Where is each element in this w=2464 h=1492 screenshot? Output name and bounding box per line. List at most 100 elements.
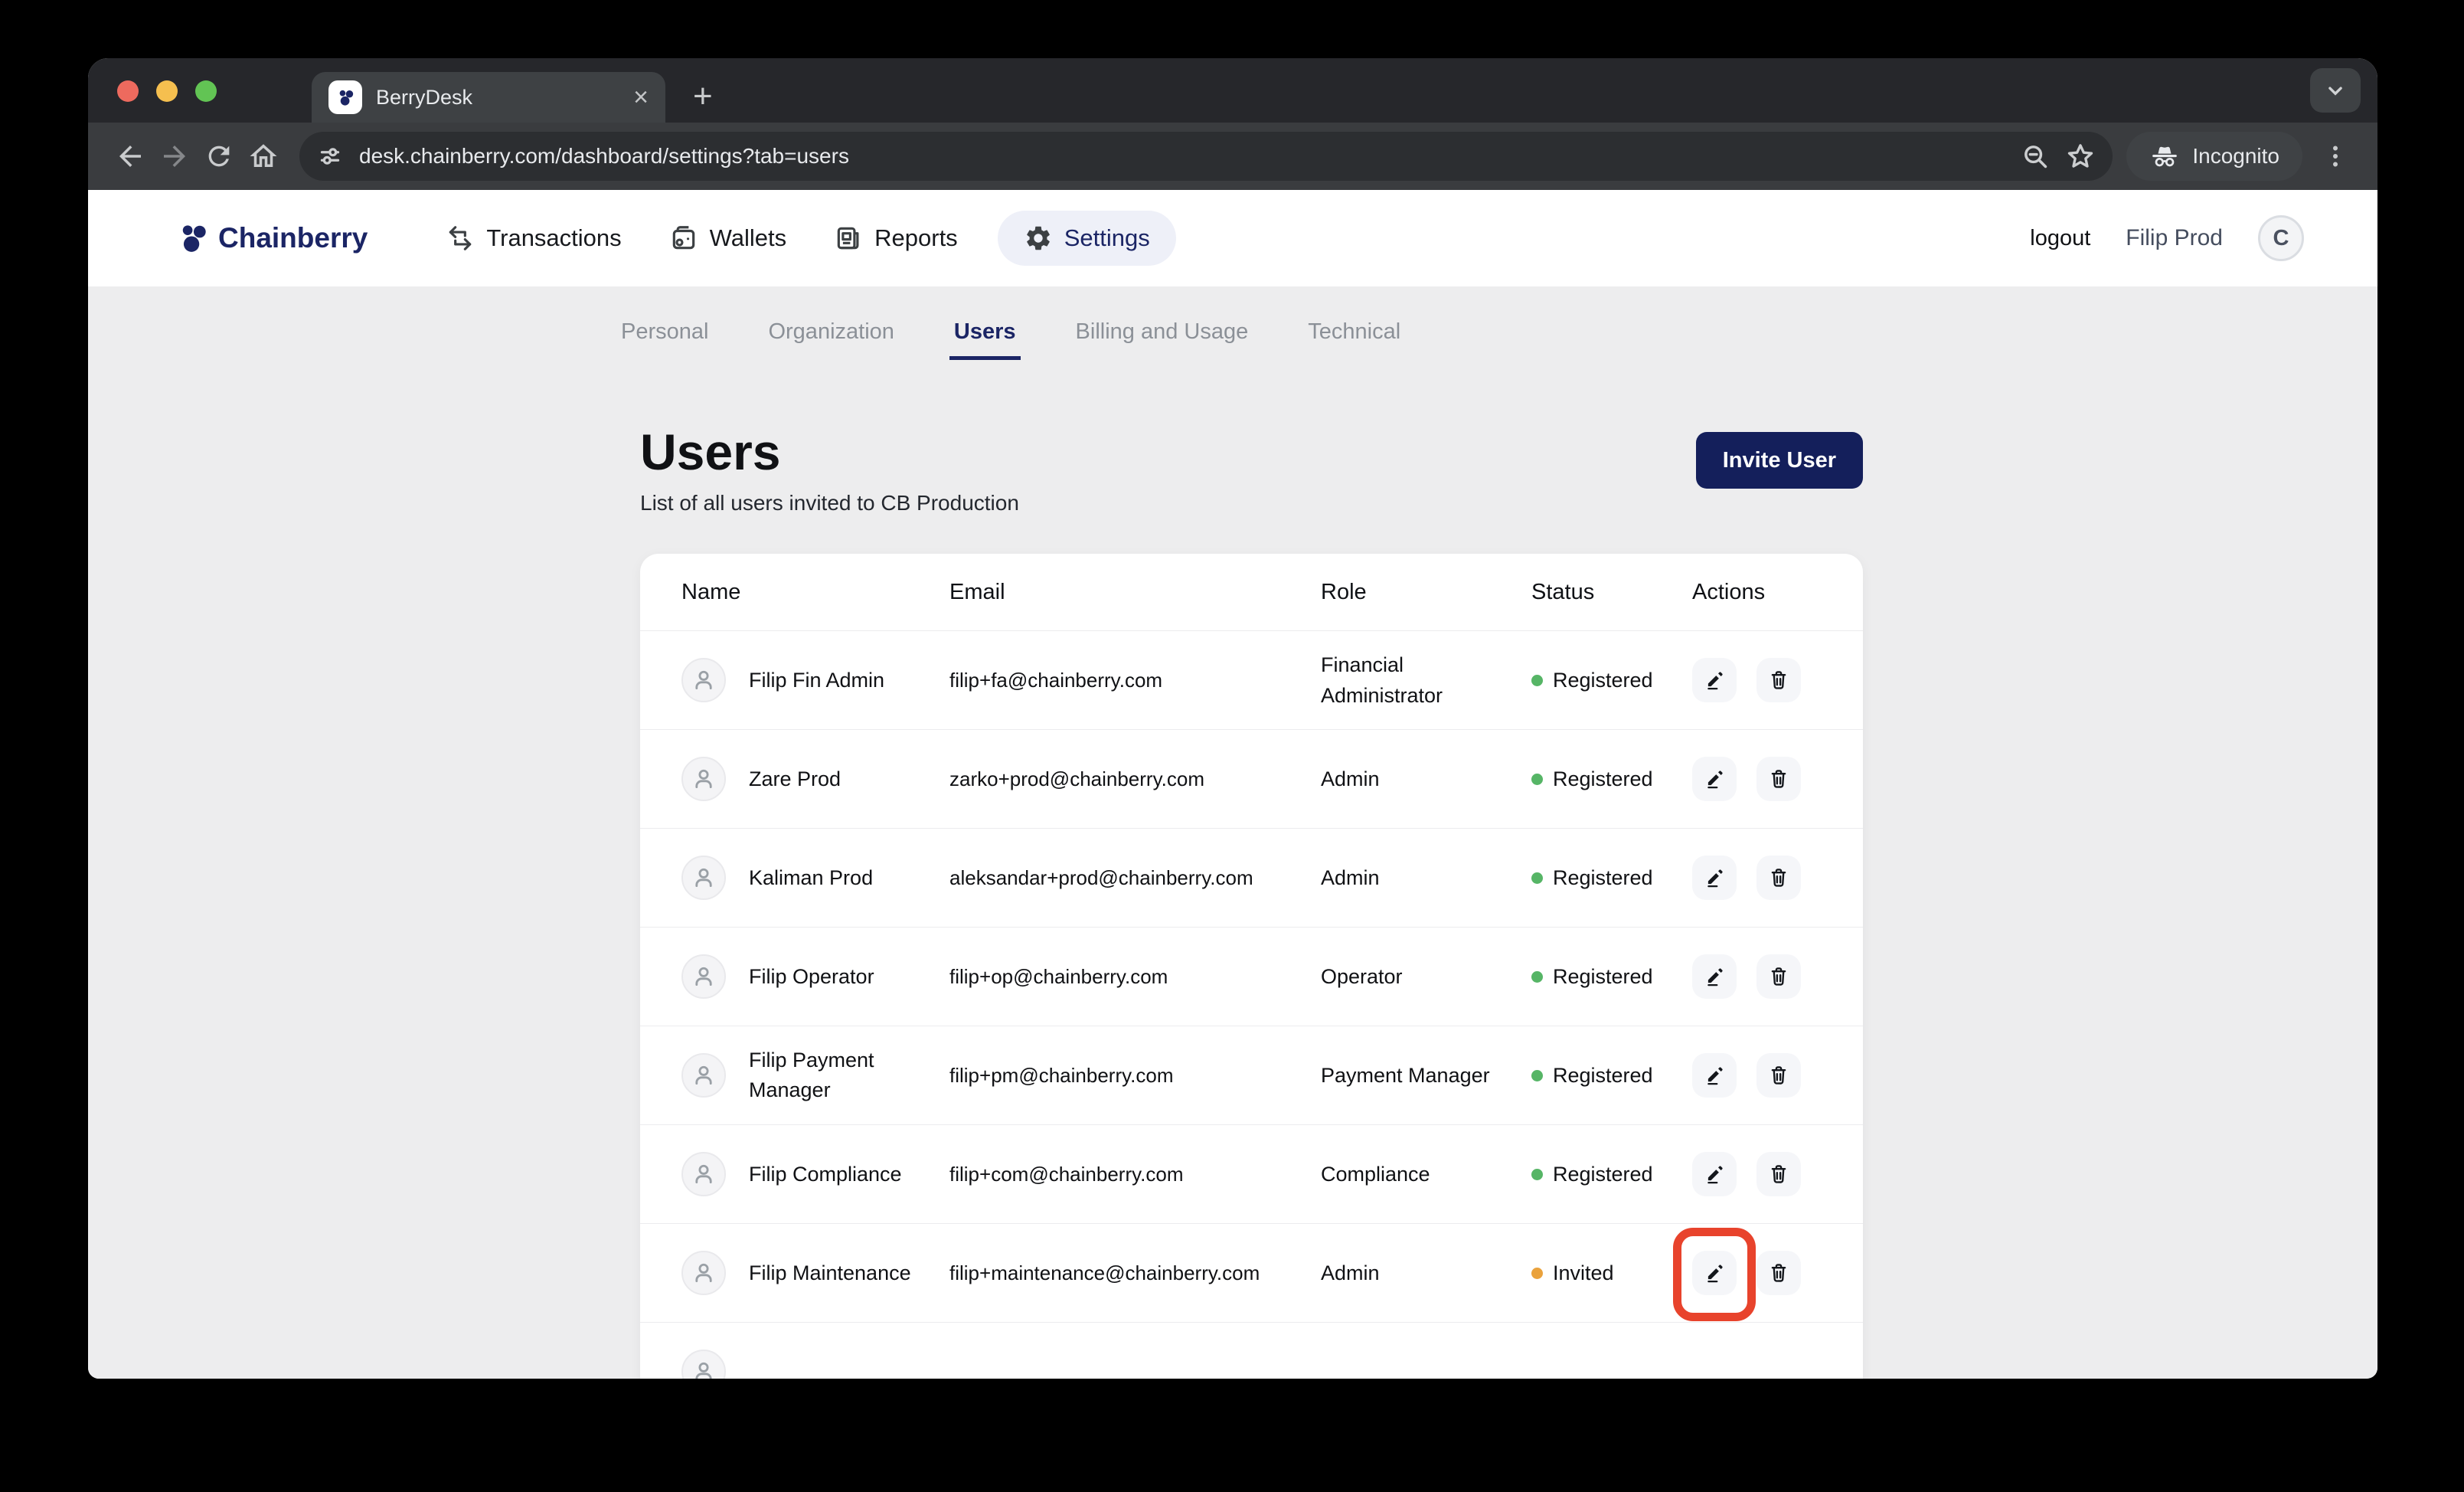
- user-email: filip+com@chainberry.com: [949, 1163, 1321, 1186]
- transactions-icon: [446, 224, 475, 253]
- person-icon: [691, 766, 717, 792]
- user-avatar-placeholder: [681, 1053, 726, 1098]
- status-dot: [1531, 971, 1543, 983]
- user-name: Kaliman Prod: [749, 863, 873, 893]
- delete-user-button[interactable]: [1756, 757, 1801, 801]
- page-title: Users: [640, 426, 1019, 479]
- column-email: Email: [949, 580, 1321, 605]
- user-role: Admin: [1321, 1258, 1516, 1289]
- user-avatar-placeholder: [681, 658, 726, 702]
- trash-delete-icon: [1767, 1064, 1790, 1087]
- table-row: Filip Maintenance filip+maintenance@chai…: [640, 1223, 1863, 1322]
- site-settings-icon[interactable]: [316, 142, 344, 170]
- bookmark-star-icon[interactable]: [2065, 141, 2096, 172]
- status-dot: [1531, 872, 1543, 884]
- reload-button[interactable]: [197, 134, 241, 178]
- user-avatar-placeholder: [681, 1350, 726, 1379]
- status-dot: [1531, 675, 1543, 686]
- tab-users[interactable]: Users: [949, 319, 1021, 360]
- nav-label: Reports: [874, 224, 958, 252]
- delete-user-button[interactable]: [1756, 856, 1801, 900]
- berry-logo-icon: [175, 221, 211, 256]
- trash-delete-icon: [1767, 669, 1790, 692]
- tab-technical[interactable]: Technical: [1303, 319, 1405, 360]
- table-header: Name Email Role Status Actions: [640, 554, 1863, 630]
- edit-user-button[interactable]: [1692, 757, 1737, 801]
- back-button[interactable]: [108, 134, 152, 178]
- user-avatar-placeholder: [681, 1152, 726, 1196]
- incognito-icon: [2149, 141, 2180, 172]
- nav-item-reports[interactable]: Reports: [826, 211, 966, 266]
- nav-item-wallets[interactable]: Wallets: [662, 211, 794, 266]
- pencil-edit-icon: [1703, 1163, 1726, 1186]
- nav-item-transactions[interactable]: Transactions: [438, 211, 629, 266]
- edit-user-button[interactable]: [1692, 954, 1737, 999]
- person-icon: [691, 667, 717, 693]
- tab-search-button[interactable]: [2310, 68, 2361, 113]
- tab-organization[interactable]: Organization: [763, 319, 898, 360]
- user-name: Filip Maintenance: [749, 1258, 911, 1288]
- chevron-down-icon: [2322, 77, 2348, 103]
- user-avatar-placeholder: [681, 856, 726, 900]
- person-icon: [691, 1260, 717, 1286]
- browser-tab[interactable]: BerryDesk ×: [312, 72, 665, 123]
- incognito-label: Incognito: [2192, 144, 2279, 169]
- user-avatar[interactable]: C: [2258, 215, 2304, 261]
- browser-window: BerryDesk × + desk.chainb: [88, 58, 2377, 1379]
- user-email: zarko+prod@chainberry.com: [949, 767, 1321, 791]
- edit-user-button[interactable]: [1692, 856, 1737, 900]
- browser-menu-button[interactable]: [2313, 134, 2358, 178]
- status-label: Registered: [1553, 669, 1653, 692]
- edit-user-button[interactable]: [1692, 1053, 1737, 1098]
- delete-user-button[interactable]: [1756, 954, 1801, 999]
- chainberry-logo[interactable]: Chainberry: [175, 221, 368, 256]
- berrydesk-favicon-icon: [328, 80, 362, 114]
- delete-user-button[interactable]: [1756, 1053, 1801, 1098]
- person-icon: [691, 1359, 717, 1379]
- invite-user-button[interactable]: Invite User: [1696, 432, 1863, 489]
- tab-personal[interactable]: Personal: [616, 319, 713, 360]
- pencil-edit-icon: [1703, 866, 1726, 889]
- address-bar[interactable]: desk.chainberry.com/dashboard/settings?t…: [299, 132, 2113, 181]
- user-email: aleksandar+prod@chainberry.com: [949, 866, 1321, 890]
- users-table-card: Name Email Role Status Actions Filip Fin…: [640, 554, 1863, 1379]
- settings-tabs: Personal Organization Users Billing and …: [616, 319, 2377, 360]
- edit-user-button[interactable]: [1692, 1251, 1737, 1295]
- delete-user-button[interactable]: [1756, 1251, 1801, 1295]
- home-icon: [247, 140, 279, 172]
- status-label: Registered: [1553, 767, 1653, 791]
- minimize-window-button[interactable]: [156, 80, 178, 102]
- page-head: Users List of all users invited to CB Pr…: [640, 426, 1863, 515]
- home-button[interactable]: [241, 134, 286, 178]
- logout-button[interactable]: logout: [2030, 226, 2090, 251]
- zoom-out-indicator-icon[interactable]: [2021, 142, 2050, 171]
- close-window-button[interactable]: [117, 80, 139, 102]
- table-row: Filip Operator filip+op@chainberry.com O…: [640, 927, 1863, 1026]
- user-name-label: Filip Prod: [2126, 225, 2223, 251]
- status-dot: [1531, 1070, 1543, 1081]
- trash-delete-icon: [1767, 965, 1790, 988]
- url-text[interactable]: desk.chainberry.com/dashboard/settings?t…: [359, 144, 2005, 169]
- maximize-window-button[interactable]: [195, 80, 217, 102]
- nav-item-settings[interactable]: Settings: [998, 211, 1176, 266]
- user-name: Zare Prod: [749, 764, 841, 794]
- user-avatar-placeholder: [681, 757, 726, 801]
- new-tab-button[interactable]: +: [693, 80, 713, 113]
- tab-close-icon[interactable]: ×: [633, 84, 649, 110]
- person-icon: [691, 1161, 717, 1187]
- tab-billing-and-usage[interactable]: Billing and Usage: [1071, 319, 1253, 360]
- nav-label: Wallets: [710, 224, 786, 252]
- edit-user-button[interactable]: [1692, 1152, 1737, 1196]
- delete-user-button[interactable]: [1756, 658, 1801, 702]
- browser-tab-strip: BerryDesk × +: [88, 58, 2377, 123]
- edit-user-button[interactable]: [1692, 658, 1737, 702]
- window-controls: [117, 80, 217, 102]
- user-email: filip+op@chainberry.com: [949, 965, 1321, 989]
- delete-user-button[interactable]: [1756, 1152, 1801, 1196]
- user-avatar-placeholder: [681, 954, 726, 999]
- status-dot: [1531, 1169, 1543, 1180]
- table-row: Filip Compliance filip+com@chainberry.co…: [640, 1124, 1863, 1223]
- column-role: Role: [1321, 580, 1531, 605]
- trash-delete-icon: [1767, 1261, 1790, 1284]
- forward-button[interactable]: [152, 134, 197, 178]
